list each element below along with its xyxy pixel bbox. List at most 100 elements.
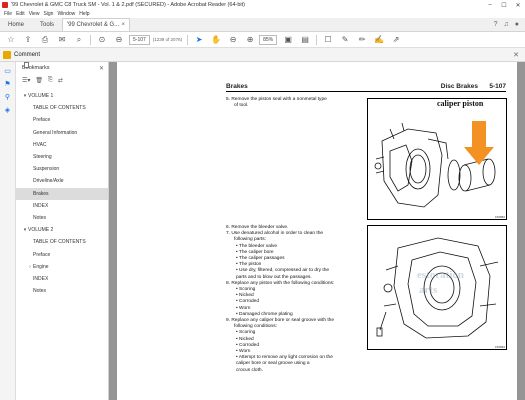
page-header-number: 5-107 [489,83,506,90]
bookmark-label: Engine [33,263,49,270]
tab-tools[interactable]: Tools [32,18,62,31]
bookmark-item[interactable]: INDEX [16,62,108,212]
bookmark-item[interactable]: General Information [16,62,108,139]
title-bar: '99 Chevrolet & GMC C8 Truck SM - Vol. 1… [0,0,525,10]
menu-window[interactable]: Window [57,11,75,17]
toolbar-divider [90,34,91,45]
tab-home[interactable]: Home [0,18,32,31]
page-header: Brakes Disc Brakes 5-107 [226,83,506,92]
page-thumbnails-icon[interactable]: ▭ [4,67,12,75]
bookmark-label: HVAC [33,141,47,148]
bookmark-options-icon[interactable]: ☰▾ [22,77,30,84]
bookmarks-tools: ☰▾ 🗑 ⎘ ⇄ [16,74,108,86]
tab-document[interactable]: '99 Chevrolet & G... × [62,18,131,31]
tab-bar: Home Tools '99 Chevrolet & G... × ? ♫ ● [0,18,525,32]
bookmark-page-icon [24,62,29,68]
bookmark-label: TABLE OF CONTENTS [33,239,86,246]
comment-label: Comment [14,51,41,58]
caliper-drawing [374,121,496,208]
bookmark-item[interactable]: Steering [16,62,108,163]
highlight-icon[interactable]: ✎ [339,34,351,46]
tab-document-label: '99 Chevrolet & G... [67,22,120,28]
bookmarks-header: Bookmarks ✕ [16,62,108,74]
select-cursor-icon[interactable]: ➤ [193,34,205,46]
menu-file[interactable]: File [4,11,12,17]
bookmark-item[interactable]: HVAC [16,62,108,151]
bookmark-item[interactable]: TABLE OF CONTENTS [16,62,108,248]
scroll-mode-icon[interactable]: ▤ [299,34,311,46]
print-icon[interactable]: ⎙ [39,34,51,46]
comment-icon[interactable]: ☐ [322,34,334,46]
menu-help[interactable]: Help [79,11,89,17]
minimize-button[interactable]: – [483,2,497,8]
delete-bookmark-icon[interactable]: 🗑 [35,77,43,84]
figure-code: 156860 [495,215,506,219]
bookmarks-icon[interactable]: ⚑ [4,80,12,88]
fit-page-icon[interactable]: ▣ [282,34,294,46]
close-bookmarks-button[interactable]: ✕ [99,65,104,72]
draw-icon[interactable]: ✏ [356,34,368,46]
bookmark-label: Brakes [33,190,49,197]
bookmark-star-icon[interactable]: ☆ [5,34,17,46]
bookmark-label: VOLUME 1 [28,93,54,100]
bookmark-label: INDEX [33,275,49,282]
zoom-in-icon[interactable]: ⊕ [244,34,256,46]
bookmark-item[interactable]: ▾ VOLUME 1 [16,62,108,102]
page-total-label: (1239 of 2076) [152,37,183,42]
zoom-out-icon[interactable]: ⊖ [227,34,239,46]
sign-icon[interactable]: ✍ [373,34,385,46]
notifications-icon[interactable]: ♫ [504,21,509,28]
toolbar-divider [187,34,189,45]
bookmark-item[interactable]: Driveline/Axle [16,62,108,187]
bookmarks-list: ▾ VOLUME 1 TABLE OF CONTENTS Preface General… [16,62,108,297]
bookmark-label: Notes [33,214,47,221]
close-comment-button[interactable]: ✕ [513,51,519,59]
page-header-subsection: Disc Brakes [440,83,478,90]
attachments-icon[interactable]: ⚲ [4,93,12,101]
comment-tool-icon [3,50,11,59]
watermark-text: estoration [417,269,465,281]
menu-bar: File Edit View Sign Window Help [0,10,525,18]
bookmark-label: INDEX [33,202,49,209]
bookmark-label: General Information [33,129,78,136]
step-5-text: 5. Remove the piston seal with a nonmeta… [226,97,327,109]
menu-edit[interactable]: Edit [16,11,25,17]
close-window-button[interactable]: ✕ [511,2,525,9]
bookmark-item[interactable]: Preface [16,62,108,126]
bookmark-item[interactable]: › Engine [16,62,108,273]
page-up-icon[interactable]: ⊙ [96,34,108,46]
mail-icon[interactable]: ✉ [56,34,68,46]
page-down-icon[interactable]: ⊖ [113,34,125,46]
text-line: • Use dry, filtered, compressed air to d… [236,268,330,274]
caliper-bore-drawing [376,237,499,339]
bookmark-item[interactable]: Brakes [16,62,108,200]
bookmark-item[interactable]: TABLE OF CONTENTS [16,62,108,114]
expand-bookmark-icon[interactable]: ⇄ [58,77,63,84]
account-icon[interactable]: ● [515,21,519,28]
new-bookmark-icon[interactable]: ⎘ [48,77,53,84]
menu-view[interactable]: View [29,11,40,17]
maximize-button[interactable]: ☐ [497,2,511,9]
bookmark-item[interactable]: Suspension [16,62,108,175]
bookmark-item[interactable]: Preface [16,62,108,260]
bookmark-label: Preface [33,117,51,124]
bookmark-item[interactable]: Notes [16,62,108,297]
help-icon[interactable]: ? [494,21,498,28]
hand-tool-icon[interactable]: ✋ [210,34,222,46]
search-icon[interactable]: ⌕ [73,34,85,46]
share-icon[interactable]: ⇗ [390,34,402,46]
bookmark-item[interactable]: INDEX [16,62,108,285]
page-number-input[interactable]: 5-107 [129,34,150,45]
bookmark-label: Preface [33,251,51,258]
upload-icon[interactable]: ⇪ [22,34,34,46]
tabbar-right-tools: ? ♫ ● [494,18,525,31]
tab-close-icon[interactable]: × [122,22,126,28]
bookmark-item[interactable]: ▾ VOLUME 2 [16,62,108,236]
navigation-pane-strip: ▭ ⚑ ⚲ ◈ [0,62,16,400]
layers-icon[interactable]: ◈ [4,106,12,114]
document-viewer[interactable]: Brakes Disc Brakes 5-107 5. Remove the p… [109,62,525,400]
menu-sign[interactable]: Sign [43,11,53,17]
bookmark-label: Notes [33,288,47,295]
zoom-level-select[interactable]: 85% [259,34,278,45]
bookmark-item[interactable]: Notes [16,62,108,224]
